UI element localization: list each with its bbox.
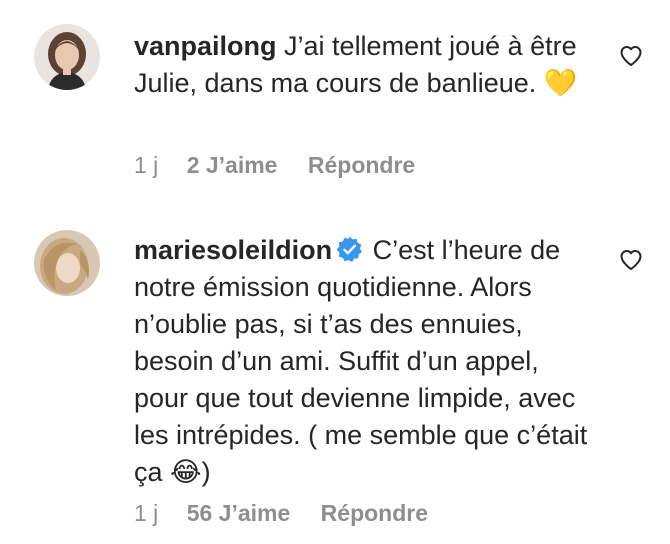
comment-item: vanpailong J’ai tellement joué à être Ju… (0, 0, 670, 210)
username-link[interactable]: vanpailong (134, 31, 277, 61)
reply-button[interactable]: Répondre (308, 152, 415, 179)
comment-text: C’est l’heure de notre émission quotidie… (134, 235, 588, 487)
comment-body: vanpailong J’ai tellement joué à être Ju… (134, 28, 594, 102)
comment-timestamp[interactable]: 1 j (134, 152, 158, 179)
comment-body: mariesoleildion C’est l’heure de notre é… (134, 232, 594, 491)
heart-outline-icon[interactable] (619, 248, 643, 272)
comment-timestamp[interactable]: 1 j (134, 500, 158, 527)
verified-badge-icon (336, 236, 363, 263)
likes-count[interactable]: 56 J’aime (187, 500, 291, 527)
username-link[interactable]: mariesoleildion (134, 235, 332, 265)
comment-meta: 1 j 56 J’aime Répondre (134, 500, 428, 527)
reply-button[interactable]: Répondre (321, 500, 428, 527)
comment-item: mariesoleildion C’est l’heure de notre é… (0, 210, 670, 544)
avatar[interactable] (34, 230, 100, 296)
heart-outline-icon[interactable] (619, 44, 643, 68)
comment-meta: 1 j 2 J’aime Répondre (134, 152, 415, 179)
avatar[interactable] (34, 24, 100, 90)
likes-count[interactable]: 2 J’aime (187, 152, 278, 179)
